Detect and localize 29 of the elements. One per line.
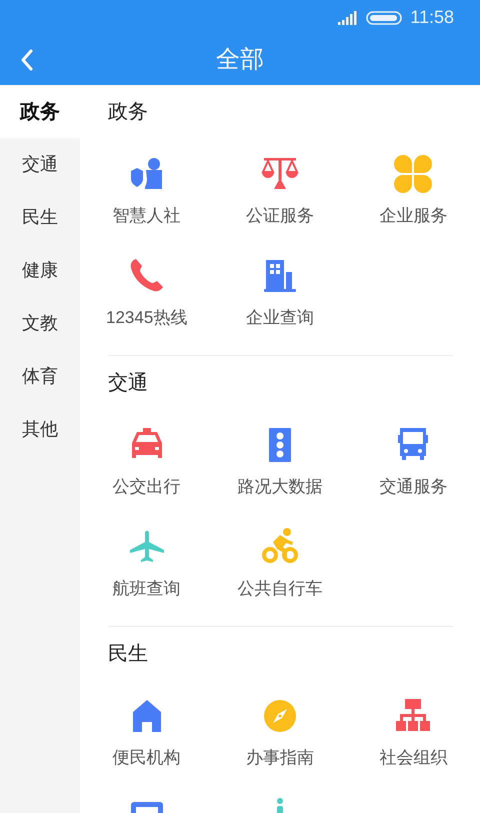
status-time: 11:58 <box>410 6 454 29</box>
service-tile[interactable]: 便民机构 <box>80 681 214 783</box>
clover-icon <box>393 154 434 194</box>
section-title: 民生 <box>108 642 148 667</box>
section-title: 政务 <box>108 100 148 125</box>
service-tile[interactable]: 路况大数据 <box>213 410 347 512</box>
battery-icon <box>366 10 402 24</box>
service-tile[interactable]: 航班查询 <box>80 512 214 614</box>
back-icon <box>20 49 34 71</box>
category-tab[interactable]: 政务 <box>0 85 80 138</box>
page-title: 全部 <box>216 45 264 75</box>
category-tab[interactable]: 体育 <box>0 350 80 403</box>
service-tile[interactable]: 交通服务 <box>346 410 480 512</box>
service-tile[interactable]: 企业服务 <box>346 139 480 241</box>
category-tab[interactable]: 交通 <box>0 138 80 191</box>
service-tile[interactable]: 公证服务 <box>213 139 347 241</box>
service-tile[interactable]: 智慧人社 <box>80 139 214 241</box>
category-tab[interactable]: 其他 <box>0 403 80 456</box>
service-tile[interactable]: 公交出行 <box>80 410 214 512</box>
service-tile[interactable]: 企业查询 <box>213 241 347 343</box>
service-tile[interactable]: 公共自行车 <box>213 512 347 614</box>
section-title: 交通 <box>108 371 148 396</box>
category-tab[interactable]: 健康 <box>0 244 80 297</box>
service-tile[interactable]: 办事指南 <box>213 681 347 783</box>
service-tile[interactable]: 12345热线 <box>80 241 214 343</box>
category-tab[interactable]: 文教 <box>0 297 80 350</box>
service-tile[interactable]: 社会组织 <box>346 681 480 783</box>
signal-icon <box>338 10 358 24</box>
category-tab[interactable]: 民生 <box>0 191 80 244</box>
